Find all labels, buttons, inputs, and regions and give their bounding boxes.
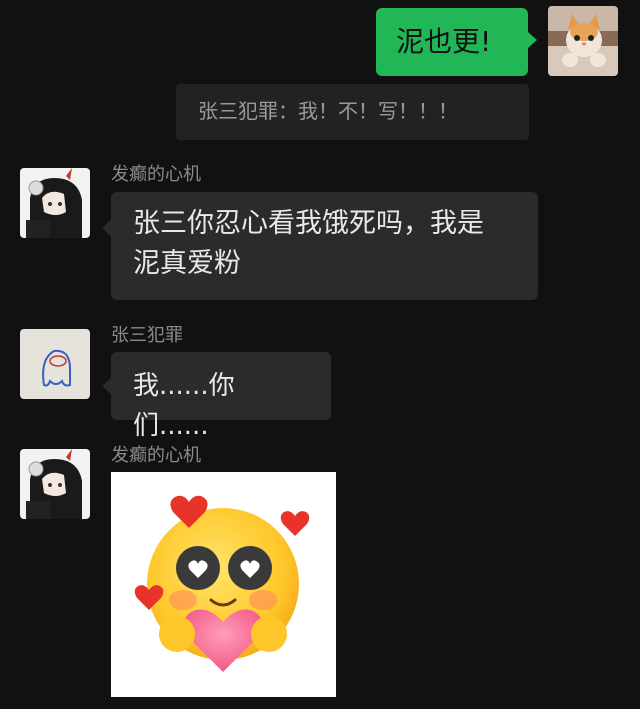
message-text: 泥也更! [396,25,492,58]
anime-avatar-image [20,449,90,519]
chat-window: 泥也更! 张三犯罪：我！不！写！！！ 发癫的心机 张三你忍心看我饿死吗，我是 泥… [0,0,640,709]
heart-eyes-emoji-sticker[interactable] [111,472,336,697]
message-text-line: 泥真爱粉 [133,248,241,279]
message-bubble[interactable]: 张三你忍心看我饿死吗，我是 泥真爱粉 [111,192,538,300]
quoted-message[interactable]: 张三犯罪：我！不！写！！！ [176,84,529,140]
avatar-fadian[interactable] [20,449,90,519]
cat-avatar-image [548,6,618,76]
sender-name: 发癫的心机 [111,164,201,185]
message-bubble[interactable]: 我......你们...... [111,352,331,441]
bubble-tail [102,220,111,236]
bubble-tail [528,32,537,48]
message-text: 我......你们...... [133,371,235,441]
heart-eyes-emoji-icon [134,495,310,672]
my-avatar-cat[interactable] [548,6,618,76]
bubble-tail [102,378,111,394]
avatar-fadian[interactable] [20,168,90,238]
doodle-avatar-image [20,329,90,399]
message-text-line: 张三你忍心看我饿死吗，我是 [133,208,484,239]
anime-avatar-image [20,168,90,238]
sender-name: 张三犯罪 [111,325,183,346]
sender-name: 发癫的心机 [111,445,201,466]
avatar-zhangsan[interactable] [20,329,90,399]
quote-text: 张三犯罪：我！不！写！！！ [198,99,458,123]
my-message-bubble[interactable]: 泥也更! [376,8,528,76]
